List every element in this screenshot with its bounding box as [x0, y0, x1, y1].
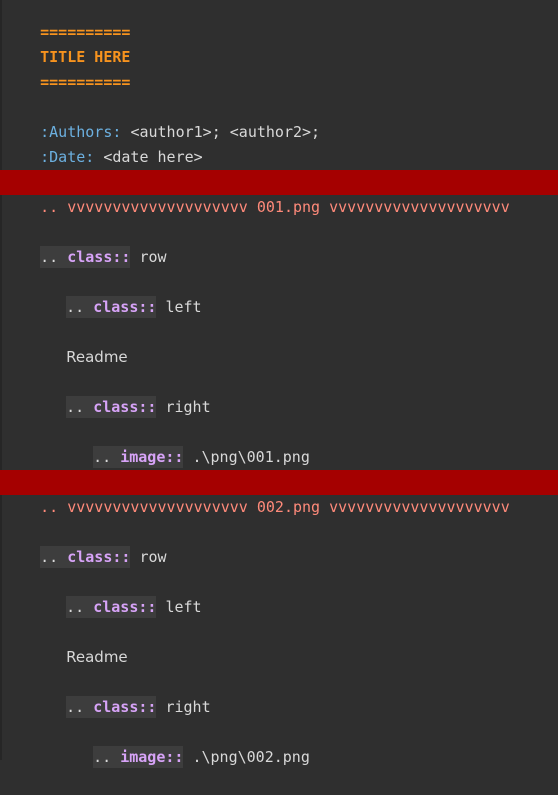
readme-text: Readme — [66, 648, 128, 666]
directive-dots: .. — [93, 448, 112, 466]
directive-keyword: class:: — [93, 598, 157, 616]
date-line: :Date: <date here> — [0, 120, 558, 166]
directive-dots: .. — [93, 748, 112, 766]
readme-text-line: Readme — [0, 620, 558, 666]
directive-keyword: class:: — [67, 248, 131, 266]
readme-text-line: Readme — [0, 320, 558, 366]
title-rule-bottom-text: ========== — [40, 73, 131, 91]
directive-argument: right — [165, 398, 211, 416]
directive-dots: .. — [40, 248, 59, 266]
directive-argument: row — [139, 548, 167, 566]
image-directive: .. image:: .\png\002.png — [0, 720, 558, 768]
title-rule-top: ========== — [0, 0, 558, 41]
directive-dots: .. — [40, 548, 59, 566]
class-right-directive: .. class:: right — [0, 370, 558, 418]
class-row-directive: .. class:: row — [0, 520, 558, 568]
image-path: .\png\001.png — [192, 448, 310, 466]
directive-marker: .. class:: — [66, 696, 157, 718]
directive-marker: .. image:: — [93, 446, 184, 468]
directive-marker: .. class:: — [40, 246, 131, 268]
separator-comment: .. vvvvvvvvvvvvvvvvvvvv 002.png vvvvvvvv… — [0, 470, 558, 516]
class-right-directive: .. class:: right — [0, 670, 558, 718]
directive-keyword: class:: — [93, 698, 157, 716]
directive-dots: .. — [66, 598, 85, 616]
directive-keyword: class:: — [67, 548, 131, 566]
directive-dots: .. — [66, 298, 85, 316]
directive-keyword: image:: — [120, 448, 184, 466]
directive-dots: .. — [66, 698, 85, 716]
separator-comment: .. vvvvvvvvvvvvvvvvvvvv 001.png vvvvvvvv… — [0, 170, 558, 216]
authors-line: :Authors: <author1>; <author2>; — [0, 95, 558, 141]
date-field-name: :Date: — [40, 148, 95, 166]
directive-argument: row — [139, 248, 167, 266]
class-left-directive: .. class:: left — [0, 570, 558, 618]
image-directive: .. image:: .\png\001.png — [0, 420, 558, 468]
directive-marker: .. class:: — [66, 396, 157, 418]
directive-marker: .. class:: — [66, 596, 157, 618]
directive-marker: .. class:: — [66, 296, 157, 318]
separator-comment-text: .. vvvvvvvvvvvvvvvvvvvv 001.png vvvvvvvv… — [40, 198, 510, 216]
directive-marker: .. class:: — [40, 546, 131, 568]
directive-marker: .. image:: — [93, 746, 184, 768]
directive-keyword: class:: — [93, 298, 157, 316]
directive-keyword: image:: — [120, 748, 184, 766]
directive-dots: .. — [66, 398, 85, 416]
class-left-directive: .. class:: left — [0, 270, 558, 318]
separator-comment-text: .. vvvvvvvvvvvvvvvvvvvv 002.png vvvvvvvv… — [40, 498, 510, 516]
title-line: TITLE HERE — [0, 20, 558, 66]
directive-argument: left — [165, 598, 202, 616]
directive-argument: right — [165, 698, 211, 716]
directive-keyword: class:: — [93, 398, 157, 416]
image-path: .\png\002.png — [192, 748, 310, 766]
readme-text: Readme — [66, 348, 128, 366]
title-rule-bottom: ========== — [0, 45, 558, 91]
directive-argument: left — [165, 298, 202, 316]
date-field-value: <date here> — [103, 148, 203, 166]
class-row-directive: .. class:: row — [0, 220, 558, 268]
